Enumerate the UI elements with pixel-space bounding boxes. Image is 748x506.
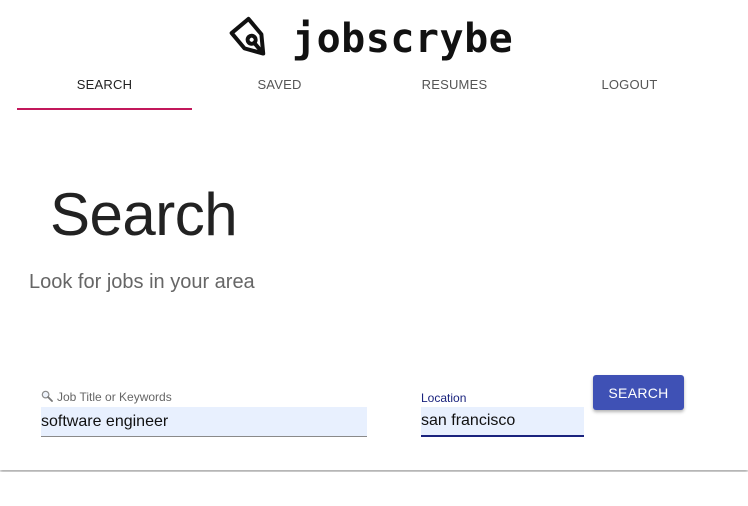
main-nav: SEARCH SAVED RESUMES LOGOUT xyxy=(17,66,717,110)
keywords-input[interactable] xyxy=(41,407,367,437)
tab-saved[interactable]: SAVED xyxy=(192,66,367,108)
search-icon xyxy=(41,390,53,402)
tab-resumes[interactable]: RESUMES xyxy=(367,66,542,108)
page-title: Search xyxy=(50,181,238,248)
location-input[interactable] xyxy=(421,407,584,437)
keywords-label: Job Title or Keywords xyxy=(41,390,172,404)
tab-logout[interactable]: LOGOUT xyxy=(542,66,717,108)
brand-logo[interactable]: jobscrybe xyxy=(226,14,513,64)
brand-name: jobscrybe xyxy=(292,16,514,62)
search-button[interactable]: SEARCH xyxy=(593,375,684,410)
tab-search[interactable]: SEARCH xyxy=(17,66,192,110)
app-window: jobscrybe SEARCH SAVED RESUMES LOGOUT Se… xyxy=(0,0,748,470)
pen-nib-icon xyxy=(229,16,266,56)
page-subtitle: Look for jobs in your area xyxy=(29,271,255,293)
page-background xyxy=(0,472,748,506)
location-label: Location xyxy=(421,391,467,405)
keywords-label-text: Job Title or Keywords xyxy=(57,390,172,404)
